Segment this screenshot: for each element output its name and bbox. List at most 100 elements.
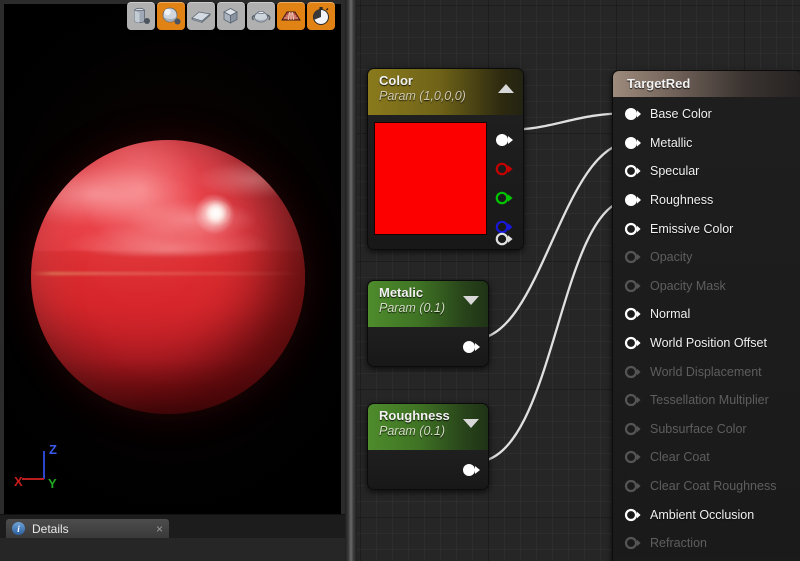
target-input-label: Normal	[650, 307, 691, 322]
target-input-refraction[interactable]: Refraction	[613, 529, 800, 558]
tab-details[interactable]: i Details ×	[6, 519, 169, 538]
target-input-label: Emissive Color	[650, 221, 734, 236]
axis-label-z: Z	[49, 442, 57, 457]
material-preview-viewport[interactable]: Z Y X	[4, 4, 341, 535]
target-input-label: Base Color	[650, 107, 712, 122]
cube-icon	[220, 5, 242, 27]
target-input-opacity[interactable]: Opacity	[613, 243, 800, 272]
target-input-pin-list: Base Color Metallic Specular Roughness Emiss…	[613, 97, 800, 558]
target-input-label: Clear Coat Roughness	[650, 479, 777, 494]
node-roughness[interactable]: Roughness Param (0.1)	[367, 403, 489, 490]
target-input-metallic[interactable]: Metallic	[613, 129, 800, 158]
target-input-label: World Displacement	[650, 364, 762, 379]
preview-shape-sphere-button[interactable]	[157, 2, 185, 30]
target-input-label: Opacity	[650, 250, 693, 265]
pin-connected-icon	[624, 107, 642, 121]
pin-empty-icon	[624, 536, 642, 550]
sphere-specular-highlight	[200, 200, 231, 227]
axis-gizmo: Z Y X	[12, 441, 74, 493]
real-time-button[interactable]	[307, 2, 335, 30]
show-grid-button[interactable]	[277, 2, 305, 30]
sphere-sky-reflection	[31, 140, 305, 414]
output-pin-a[interactable]	[495, 232, 515, 246]
node-color-title: Color	[379, 73, 413, 88]
caret-up-icon[interactable]	[498, 84, 514, 93]
target-input-clear-coat[interactable]: Clear Coat	[613, 443, 800, 472]
axis-label-y: Y	[48, 476, 57, 491]
node-color[interactable]: Color Param (1,0,0,0)	[367, 68, 524, 250]
target-input-label: World Position Offset	[650, 336, 767, 351]
pin-empty-icon	[624, 250, 642, 264]
info-icon: i	[12, 522, 25, 535]
pin-empty-icon	[624, 450, 642, 464]
preview-shape-cube-button[interactable]	[217, 2, 245, 30]
output-pin-roughness-value[interactable]	[462, 463, 482, 477]
target-input-label: Ambient Occlusion	[650, 507, 755, 522]
node-target-red-header[interactable]: TargetRed	[613, 71, 800, 97]
material-editor-window: Z Y X i Details × Color Param (1,0,0,0) …	[0, 0, 800, 561]
node-target-red-title: TargetRed	[627, 76, 691, 91]
pin-empty-icon	[624, 164, 642, 178]
target-input-ambient-occlusion[interactable]: Ambient Occlusion	[613, 500, 800, 529]
target-input-label: Specular	[650, 164, 700, 179]
target-input-opacity-mask[interactable]: Opacity Mask	[613, 272, 800, 301]
node-metallic-body	[368, 327, 488, 366]
output-pin-metallic-value[interactable]	[462, 340, 482, 354]
node-metallic[interactable]: Metalic Param (0.1)	[367, 280, 489, 367]
preview-sphere	[31, 140, 305, 414]
close-icon[interactable]: ×	[156, 523, 163, 535]
axis-label-x: X	[14, 474, 23, 489]
bottom-tab-bar: i Details ×	[0, 514, 345, 538]
material-node-graph[interactable]: Color Param (1,0,0,0) Metalic Param (0.1…	[357, 0, 800, 561]
target-input-normal[interactable]: Normal	[613, 300, 800, 329]
teapot-icon	[250, 5, 272, 27]
pin-empty-icon	[624, 479, 642, 493]
preview-viewport-panel: Z Y X i Details ×	[0, 0, 345, 538]
target-input-world-position-offset[interactable]: World Position Offset	[613, 329, 800, 358]
preview-shape-plane-button[interactable]	[187, 2, 215, 30]
node-target-red[interactable]: TargetRed Base Color Metallic Specular Roug…	[612, 70, 800, 561]
cylinder-icon	[130, 5, 152, 27]
target-input-label: Metallic	[650, 135, 693, 150]
target-input-label: Subsurface Color	[650, 421, 747, 436]
node-color-header[interactable]: Color Param (1,0,0,0)	[368, 69, 523, 115]
plane-icon	[190, 5, 212, 27]
node-metallic-header[interactable]: Metalic Param (0.1)	[368, 281, 488, 327]
node-roughness-header[interactable]: Roughness Param (0.1)	[368, 404, 488, 450]
sphere-icon	[160, 5, 182, 27]
preview-shape-cylinder-button[interactable]	[127, 2, 155, 30]
target-input-specular[interactable]: Specular	[613, 157, 800, 186]
stopwatch-icon	[310, 5, 332, 27]
target-input-emissive-color[interactable]: Emissive Color	[613, 214, 800, 243]
pin-empty-icon	[624, 422, 642, 436]
viewport-toolbar	[127, 2, 335, 30]
target-input-label: Opacity Mask	[650, 278, 726, 293]
sphere-horizon-line	[31, 271, 305, 275]
target-input-label: Roughness	[650, 193, 714, 208]
color-swatch[interactable]	[374, 122, 487, 235]
panel-splitter[interactable]	[345, 0, 357, 561]
caret-down-icon[interactable]	[463, 419, 479, 428]
target-input-clear-coat-roughness[interactable]: Clear Coat Roughness	[613, 472, 800, 501]
node-color-subtitle: Param (1,0,0,0)	[379, 89, 466, 103]
output-pin-r[interactable]	[495, 162, 515, 176]
target-input-roughness[interactable]: Roughness	[613, 186, 800, 215]
caret-down-icon[interactable]	[463, 296, 479, 305]
target-input-label: Refraction	[650, 536, 707, 551]
node-color-body	[368, 115, 523, 249]
pin-empty-icon	[624, 307, 642, 321]
preview-shape-teapot-button[interactable]	[247, 2, 275, 30]
target-input-subsurface-color[interactable]: Subsurface Color	[613, 415, 800, 444]
target-input-world-displacement[interactable]: World Displacement	[613, 357, 800, 386]
output-pin-rgba[interactable]	[495, 133, 515, 147]
pin-empty-icon	[624, 365, 642, 379]
target-input-base-color[interactable]: Base Color	[613, 100, 800, 129]
pin-empty-icon	[624, 508, 642, 522]
tab-details-label: Details	[32, 521, 69, 536]
pin-empty-icon	[624, 222, 642, 236]
target-input-tessellation-multiplier[interactable]: Tessellation Multiplier	[613, 386, 800, 415]
node-roughness-body	[368, 450, 488, 489]
target-input-label: Clear Coat	[650, 450, 710, 465]
grid-icon	[280, 5, 302, 27]
output-pin-g[interactable]	[495, 191, 515, 205]
